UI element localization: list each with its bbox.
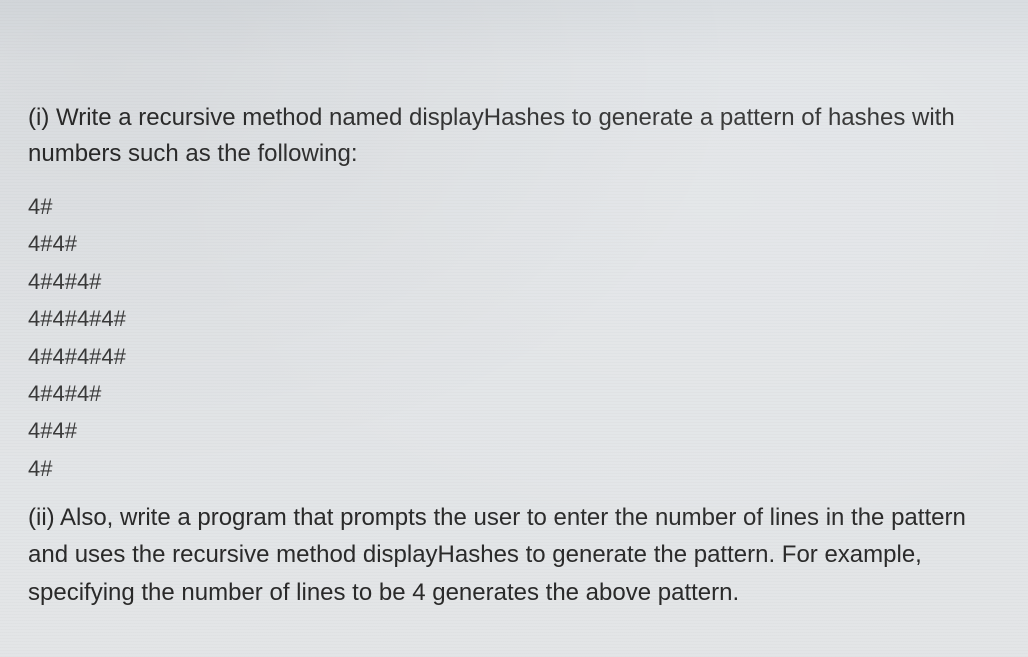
pattern-line: 4#4#4# [28,263,1000,300]
question-page: (i) Write a recursive method named displ… [0,0,1028,641]
question-part-i: (i) Write a recursive method named displ… [28,100,1000,172]
pattern-line: 4#4#4#4# [28,338,1000,375]
pattern-line: 4#4# [28,412,1000,449]
question-part-ii: (ii) Also, write a program that prompts … [28,499,1000,611]
pattern-line: 4# [28,450,1000,487]
pattern-output-block: 4# 4#4# 4#4#4# 4#4#4#4# 4#4#4#4# 4#4#4# … [28,188,1000,487]
pattern-line: 4#4# [28,225,1000,262]
pattern-line: 4#4#4#4# [28,300,1000,337]
pattern-line: 4# [28,188,1000,225]
pattern-line: 4#4#4# [28,375,1000,412]
